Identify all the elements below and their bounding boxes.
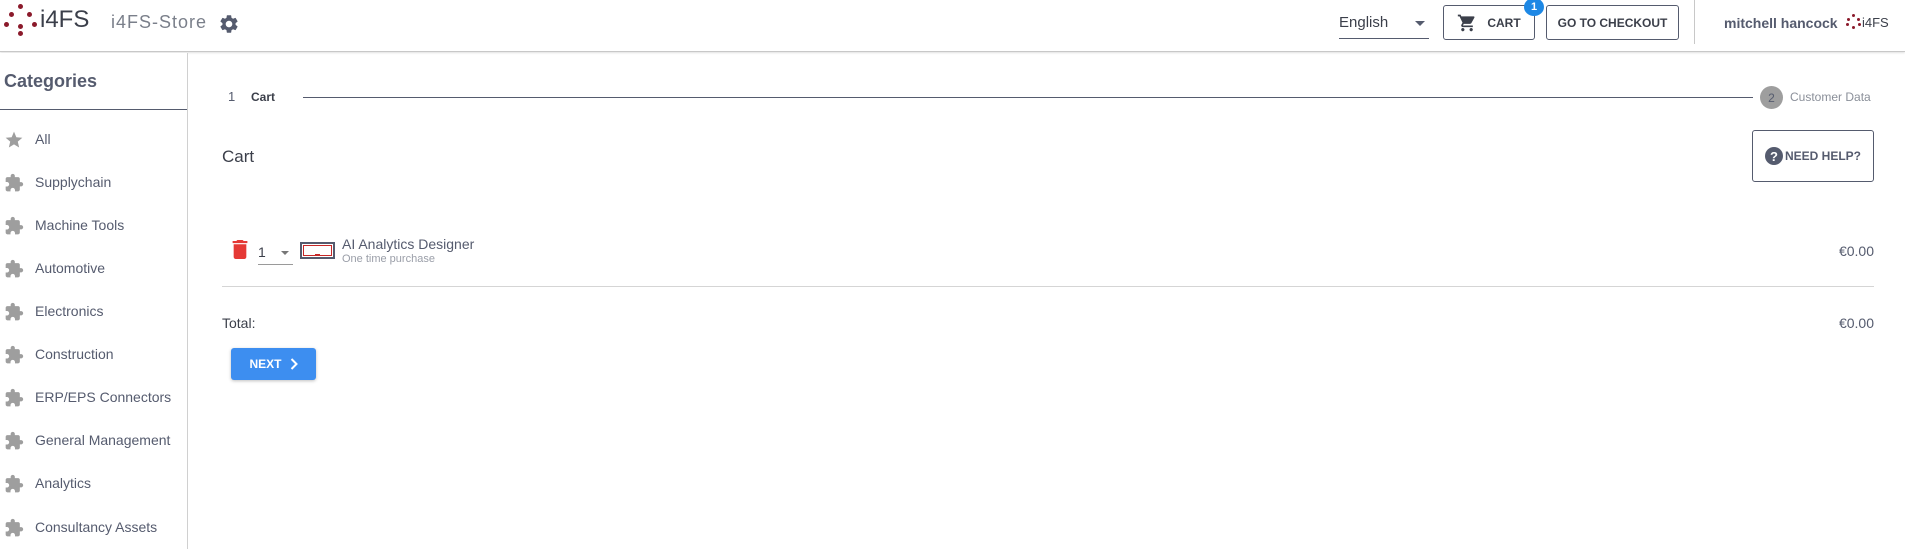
gear-icon[interactable] bbox=[218, 13, 240, 35]
puzzle-icon bbox=[5, 474, 24, 493]
cart-button[interactable]: CART bbox=[1443, 5, 1535, 40]
sidebar-item-label: Automotive bbox=[35, 260, 106, 276]
step-2-label[interactable]: Customer Data bbox=[1790, 90, 1871, 104]
logo-text: i4FS bbox=[40, 6, 90, 33]
sidebar-item-supplychain[interactable]: Supplychain bbox=[0, 164, 187, 200]
small-logo-text: i4FS bbox=[1862, 14, 1889, 30]
sidebar-item-construction[interactable]: Construction bbox=[0, 336, 187, 372]
next-button[interactable]: NEXT bbox=[231, 348, 316, 380]
sidebar-item-label: Machine Tools bbox=[35, 217, 125, 233]
step-1-label[interactable]: Cart bbox=[251, 90, 275, 104]
sidebar-item-consultancy-assets[interactable]: Consultancy Assets bbox=[0, 509, 187, 545]
sidebar-item-machine-tools[interactable]: Machine Tools bbox=[0, 207, 187, 243]
go-to-checkout-button[interactable]: GO TO CHECKOUT bbox=[1546, 5, 1679, 40]
chevron-right-icon bbox=[290, 358, 298, 370]
step-1-number: 1 bbox=[228, 89, 236, 104]
chevron-down-icon bbox=[281, 251, 289, 255]
sidebar-item-label: ERP/EPS Connectors bbox=[35, 389, 172, 405]
language-value: English bbox=[1339, 14, 1389, 31]
sidebar-item-general-management[interactable]: General Management bbox=[0, 422, 187, 458]
total-value: €0.00 bbox=[1838, 315, 1874, 331]
sidebar-item-label: Construction bbox=[35, 346, 114, 362]
puzzle-icon bbox=[5, 431, 24, 450]
user-name[interactable]: mitchell hancock bbox=[1724, 15, 1838, 31]
language-select[interactable]: English bbox=[1339, 14, 1429, 39]
stepper-connector bbox=[303, 97, 1753, 98]
product-name[interactable]: AI Analytics Designer bbox=[342, 236, 474, 252]
puzzle-icon bbox=[5, 388, 24, 407]
puzzle-icon bbox=[5, 216, 24, 235]
store-name: i4FS-Store bbox=[111, 12, 208, 32]
partner-logo: i4FS bbox=[1846, 14, 1889, 30]
help-icon: ? bbox=[1764, 147, 1783, 165]
need-help-label: NEED HELP? bbox=[1784, 149, 1861, 163]
delete-icon[interactable] bbox=[232, 240, 248, 259]
shopping-cart-icon bbox=[1458, 14, 1475, 31]
product-purchase-type: One time purchase bbox=[342, 253, 435, 265]
small-logo-dots-icon bbox=[1846, 14, 1861, 30]
sidebar-item-label: All bbox=[35, 131, 51, 147]
top-header: i4FS i4FS-Store English CART 1 GO TO CHE… bbox=[0, 0, 1905, 52]
puzzle-icon bbox=[5, 345, 24, 364]
need-help-button[interactable]: ? NEED HELP? bbox=[1752, 130, 1874, 182]
quantity-value: 1 bbox=[258, 244, 266, 260]
next-label: NEXT bbox=[249, 357, 282, 371]
categories-sidebar: Categories All Supplychain Machine Tools… bbox=[0, 53, 188, 549]
logo-dots-icon bbox=[4, 4, 38, 36]
categories-title: Categories bbox=[4, 71, 98, 91]
sidebar-item-label: Consultancy Assets bbox=[35, 519, 158, 535]
sidebar-item-label: Analytics bbox=[35, 475, 92, 491]
cart-label: CART bbox=[1487, 15, 1521, 30]
product-thumbnail bbox=[300, 242, 335, 259]
sidebar-item-automotive[interactable]: Automotive bbox=[0, 250, 187, 286]
product-price: €0.00 bbox=[1838, 243, 1874, 259]
sidebar-item-label: Supplychain bbox=[35, 174, 112, 190]
cart-count-badge: 1 bbox=[1524, 0, 1544, 16]
quantity-select[interactable]: 1 bbox=[258, 238, 293, 265]
sidebar-item-label: Electronics bbox=[35, 303, 104, 319]
sidebar-item-erp-eps-connectors[interactable]: ERP/EPS Connectors bbox=[0, 379, 187, 415]
sidebar-item-analytics[interactable]: Analytics bbox=[0, 465, 187, 501]
sidebar-item-label: General Management bbox=[35, 432, 171, 448]
puzzle-icon bbox=[5, 518, 24, 537]
total-label: Total: bbox=[222, 315, 256, 331]
star-icon bbox=[5, 131, 23, 148]
i4fs-logo[interactable]: i4FS bbox=[4, 4, 89, 36]
puzzle-icon bbox=[5, 302, 24, 321]
puzzle-icon bbox=[5, 173, 24, 192]
chevron-down-icon bbox=[1415, 21, 1425, 26]
sidebar-divider bbox=[0, 109, 187, 110]
page-title: Cart bbox=[222, 147, 255, 166]
puzzle-icon bbox=[5, 259, 24, 278]
sidebar-item-electronics[interactable]: Electronics bbox=[0, 293, 187, 329]
header-divider bbox=[1694, 0, 1695, 44]
cart-row-divider bbox=[222, 286, 1874, 287]
sidebar-item-all[interactable]: All bbox=[0, 121, 187, 157]
step-2-number: 2 bbox=[1760, 86, 1783, 109]
